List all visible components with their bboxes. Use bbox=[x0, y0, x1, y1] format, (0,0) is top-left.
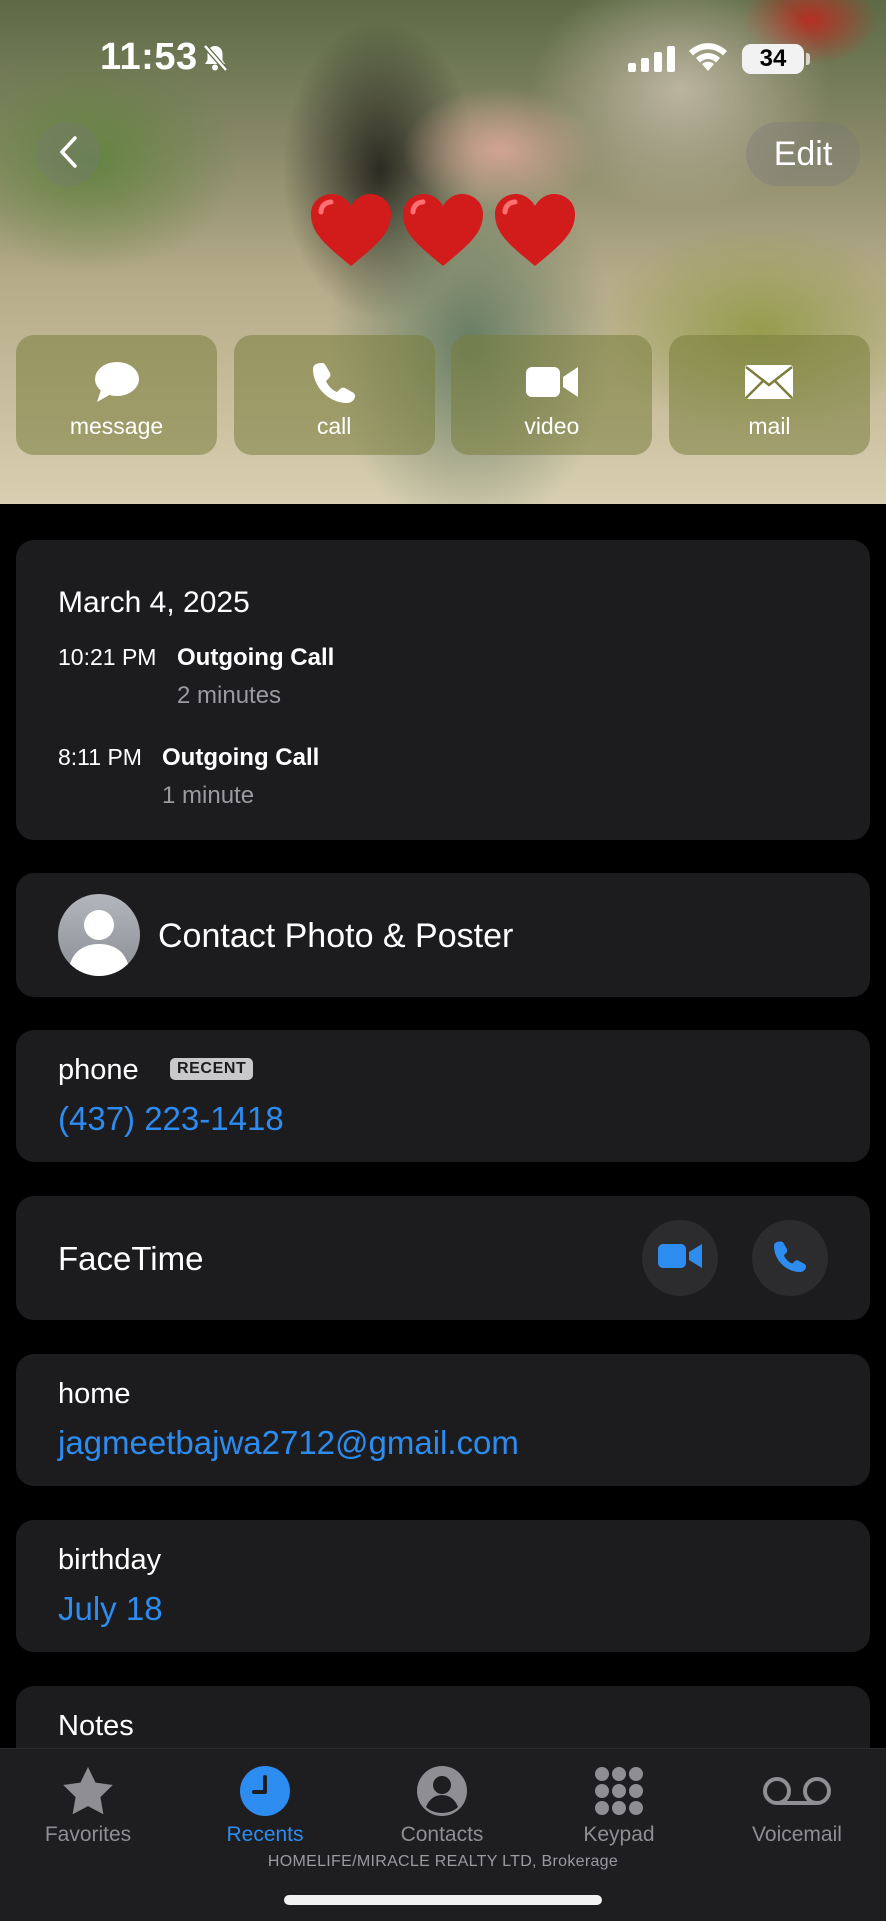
brokerage-footer: HOMELIFE/MIRACLE REALTY LTD, Brokerage bbox=[267, 1853, 619, 1870]
phone-label: phone bbox=[58, 1054, 139, 1086]
quick-actions: message call video mail bbox=[16, 335, 870, 455]
cellular-signal-icon bbox=[628, 46, 676, 77]
message-button[interactable]: message bbox=[16, 335, 217, 455]
person-icon bbox=[367, 1763, 517, 1819]
email-card: home jagmeetbajwa2712@gmail.com bbox=[16, 1354, 870, 1486]
tab-contacts[interactable]: Contacts bbox=[367, 1763, 517, 1847]
birthday-value[interactable]: July 18 bbox=[58, 1590, 163, 1628]
facetime-card: FaceTime bbox=[16, 1196, 870, 1320]
phone-icon bbox=[774, 1240, 806, 1277]
mail-icon bbox=[744, 359, 794, 405]
tab-recents[interactable]: Recents bbox=[190, 1763, 340, 1847]
birthday-label: birthday bbox=[58, 1544, 162, 1576]
heart-icon bbox=[309, 192, 393, 268]
person-silhouette-icon bbox=[70, 910, 128, 976]
call-duration: 2 minutes bbox=[177, 682, 282, 709]
contact-photo-label: Contact Photo & Poster bbox=[158, 917, 514, 955]
call-type: Outgoing Call bbox=[162, 744, 320, 771]
notes-label: Notes bbox=[58, 1710, 134, 1742]
phone-number-link[interactable]: (437) 223-1418 bbox=[58, 1100, 284, 1138]
phone-card: phone RECENT (437) 223-1418 bbox=[16, 1030, 870, 1162]
call-duration: 1 minute bbox=[162, 782, 255, 809]
video-icon bbox=[525, 359, 578, 405]
email-link[interactable]: jagmeetbajwa2712@gmail.com bbox=[58, 1424, 519, 1462]
status-time: 11:53 bbox=[100, 36, 198, 78]
back-button[interactable] bbox=[36, 122, 100, 186]
battery-tip bbox=[806, 53, 810, 65]
voicemail-icon bbox=[722, 1763, 872, 1819]
tab-label: Recents bbox=[226, 1823, 304, 1846]
call-time: 10:21 PM bbox=[58, 644, 157, 670]
phone-icon bbox=[313, 359, 356, 405]
chevron-left-icon bbox=[57, 135, 79, 174]
mail-label: mail bbox=[748, 413, 791, 439]
video-label: video bbox=[524, 413, 580, 439]
call-button[interactable]: call bbox=[233, 335, 435, 455]
silent-mode-icon bbox=[202, 44, 228, 77]
tab-label: Favorites bbox=[44, 1823, 132, 1846]
call-type: Outgoing Call bbox=[177, 644, 335, 671]
facetime-audio-button[interactable] bbox=[752, 1220, 828, 1296]
tab-label: Contacts bbox=[400, 1823, 484, 1846]
call-time: 8:11 PM bbox=[58, 744, 142, 770]
avatar bbox=[58, 894, 140, 976]
email-label: home bbox=[58, 1378, 131, 1410]
tab-voicemail[interactable]: Voicemail bbox=[722, 1763, 872, 1847]
tab-keypad[interactable]: Keypad bbox=[544, 1763, 694, 1847]
mail-button[interactable]: mail bbox=[668, 335, 870, 455]
call-date: March 4, 2025 bbox=[58, 586, 250, 619]
heart-icon bbox=[493, 192, 577, 268]
call-history-card: March 4, 2025 10:21 PM Outgoing Call 2 m… bbox=[16, 540, 870, 840]
video-button[interactable]: video bbox=[451, 335, 653, 455]
facetime-label: FaceTime bbox=[58, 1240, 204, 1277]
edit-button[interactable]: Edit bbox=[746, 122, 860, 186]
message-label: message bbox=[69, 413, 164, 439]
message-icon bbox=[93, 359, 141, 405]
heart-icon bbox=[401, 192, 485, 268]
recent-badge: RECENT bbox=[170, 1058, 254, 1080]
clock-icon bbox=[190, 1763, 340, 1819]
birthday-card: birthday July 18 bbox=[16, 1520, 870, 1652]
home-indicator[interactable] bbox=[284, 1895, 602, 1905]
tab-label: Keypad bbox=[583, 1823, 655, 1846]
keypad-icon bbox=[544, 1763, 694, 1819]
poster-hearts bbox=[300, 192, 586, 282]
facetime-video-button[interactable] bbox=[642, 1220, 718, 1296]
tab-label: Voicemail bbox=[752, 1823, 842, 1846]
call-label: call bbox=[316, 413, 352, 439]
video-icon bbox=[658, 1242, 702, 1275]
contact-photo-poster-row[interactable]: Contact Photo & Poster bbox=[16, 873, 870, 997]
contact-poster-header: 11:53 34 Edit message call video mail bbox=[0, 0, 886, 504]
status-bar: 11:53 34 bbox=[0, 0, 886, 120]
battery-indicator: 34 bbox=[742, 44, 804, 74]
wifi-icon bbox=[688, 42, 728, 77]
star-icon bbox=[13, 1763, 163, 1819]
tab-favorites[interactable]: Favorites bbox=[13, 1763, 163, 1847]
